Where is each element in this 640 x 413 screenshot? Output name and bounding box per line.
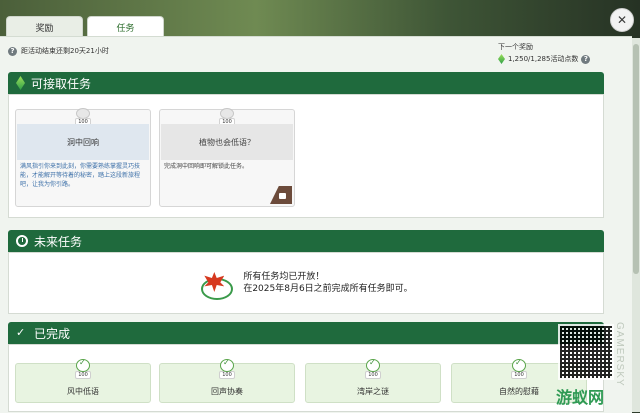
- completed-card[interactable]: 100 回声协奏: [159, 358, 295, 403]
- mission-desc: 完成洞中回响即可解锁此任务。: [164, 163, 249, 170]
- mission-title: 植物也会低语？: [161, 124, 293, 160]
- mission-title: 洞中回响: [17, 124, 149, 160]
- next-reward-label: 下一个奖励: [498, 43, 533, 51]
- plumbob-icon: [498, 54, 505, 64]
- completed-badge: 100: [363, 358, 383, 379]
- completed-title: 回声协奏: [211, 387, 243, 396]
- section-header-available: 可接取任务: [8, 72, 604, 94]
- section-title-available: 可接取任务: [31, 76, 92, 91]
- watermark-text: 游蚁网: [556, 388, 605, 407]
- completed-badge: 100: [73, 358, 93, 379]
- check-coin-icon: [366, 358, 380, 372]
- completed-title: 风中低语: [67, 387, 99, 396]
- completed-badge: 100: [217, 358, 237, 379]
- points-value: 100: [219, 371, 235, 379]
- section-title-completed: 已完成: [34, 326, 71, 341]
- close-icon: ✕: [616, 13, 628, 27]
- check-icon: ✓: [16, 326, 26, 339]
- future-text: 所有任务均已开放！ 在2025年8月6日之前完成所有任务即可。: [243, 271, 412, 295]
- section-header-future: 未来任务: [8, 230, 604, 252]
- points-value: 100: [365, 371, 381, 379]
- mission-desc: 满风指引你来到此刻，你需要熟练掌握灵巧技能，才能解开等待着的秘密，踏上这段新旅程…: [20, 163, 141, 188]
- points-value: 100: [511, 371, 527, 379]
- check-coin-icon: [512, 358, 526, 372]
- completed-title: 湾岸之谜: [357, 387, 389, 396]
- qr-code: [558, 324, 614, 380]
- clock-icon: [16, 235, 28, 247]
- future-line-2: 在2025年8月6日之前完成所有任务即可。: [243, 284, 413, 294]
- close-button[interactable]: ✕: [610, 8, 634, 32]
- mission-card-plants[interactable]: 100 植物也会低语？ 完成洞中回响即可解锁此任务。: [159, 108, 295, 207]
- check-coin-icon: [220, 358, 234, 372]
- section-header-completed: ✓ 已完成: [8, 322, 604, 344]
- points-value: 100: [75, 371, 91, 379]
- completed-card[interactable]: 100 湾岸之谜: [305, 358, 441, 403]
- watermark-vertical: GAMERSKY: [614, 322, 625, 387]
- mission-card-echo[interactable]: 100 洞中回响 满风指引你来到此刻，你需要熟练掌握灵巧技能，才能解开等待着的秘…: [15, 108, 151, 207]
- event-timer: ? 距活动结束还剩20天21小时: [8, 46, 109, 56]
- tab-bar: 奖励 任务: [6, 16, 164, 38]
- reward-help-icon[interactable]: ?: [581, 54, 591, 64]
- tab-missions[interactable]: 任务: [87, 16, 164, 37]
- scrollbar-thumb[interactable]: [633, 44, 639, 274]
- section-completed-body: 100 风中低语 100 回声协奏 100 湾岸之谜 100 自然的慰藉: [8, 344, 604, 412]
- plumbob-icon: [16, 76, 25, 90]
- event-timer-text: 距活动结束还剩20天21小时: [21, 47, 109, 55]
- section-available-body: 100 洞中回响 满风指引你来到此刻，你需要熟练掌握灵巧技能，才能解开等待着的秘…: [8, 94, 604, 218]
- completed-badge: 100: [509, 358, 529, 379]
- future-line-1: 所有任务均已开放！: [243, 272, 325, 282]
- section-title-future: 未来任务: [34, 234, 83, 249]
- maple-leaf-icon: [199, 266, 234, 300]
- section-future-body: 所有任务均已开放！ 在2025年8月6日之前完成所有任务即可。: [8, 252, 604, 314]
- tab-rewards[interactable]: 奖励: [6, 16, 83, 37]
- lock-icon: [270, 186, 292, 204]
- reward-progress-text: 1,250/1,285活动点数: [508, 55, 579, 63]
- next-reward-progress: 1,250/1,285活动点数 ?: [498, 54, 591, 64]
- scrollbar[interactable]: [632, 38, 640, 412]
- completed-card[interactable]: 100 风中低语: [15, 358, 151, 403]
- help-icon[interactable]: ?: [8, 46, 17, 56]
- check-coin-icon: [76, 358, 90, 372]
